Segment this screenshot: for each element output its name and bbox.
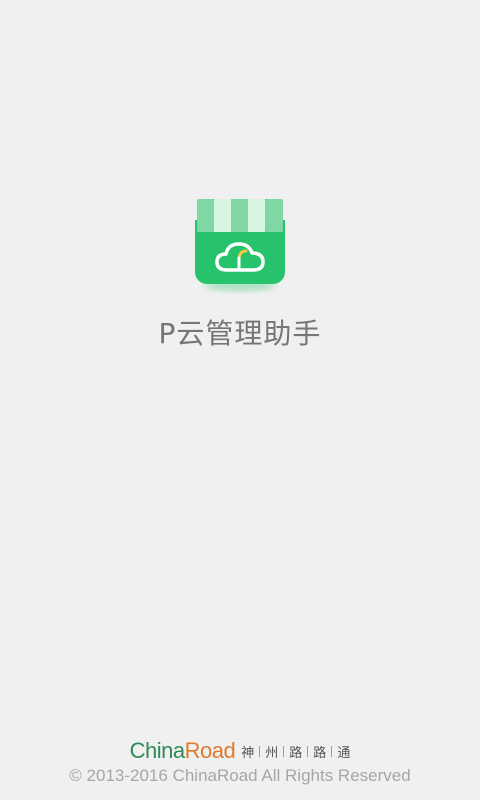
app-title: P云管理助手 xyxy=(158,317,322,350)
tagline-separator xyxy=(283,746,285,757)
copyright-text: © 2013-2016 ChinaRoad All Rights Reserve… xyxy=(69,766,411,785)
tagline-char: 通 xyxy=(337,746,351,761)
brand-tagline: 神 州 路 路 通 xyxy=(241,742,350,761)
tagline-separator xyxy=(331,746,333,757)
brand-road-text: Road xyxy=(184,738,236,763)
brand-logo: China Road 神 州 路 路 通 xyxy=(0,734,480,764)
brand-china-text: China xyxy=(129,738,185,763)
tagline-char: 神 xyxy=(241,746,255,761)
tagline-char: 州 xyxy=(265,746,279,761)
storefront-cloud-icon xyxy=(195,199,285,291)
splash-screen: P云管理助手 China Road 神 州 路 路 通 © 2013-2016 C… xyxy=(0,0,480,800)
tagline-separator xyxy=(307,746,309,757)
tagline-separator xyxy=(259,746,261,757)
tagline-char: 路 xyxy=(313,746,327,761)
tagline-char: 路 xyxy=(289,746,303,761)
